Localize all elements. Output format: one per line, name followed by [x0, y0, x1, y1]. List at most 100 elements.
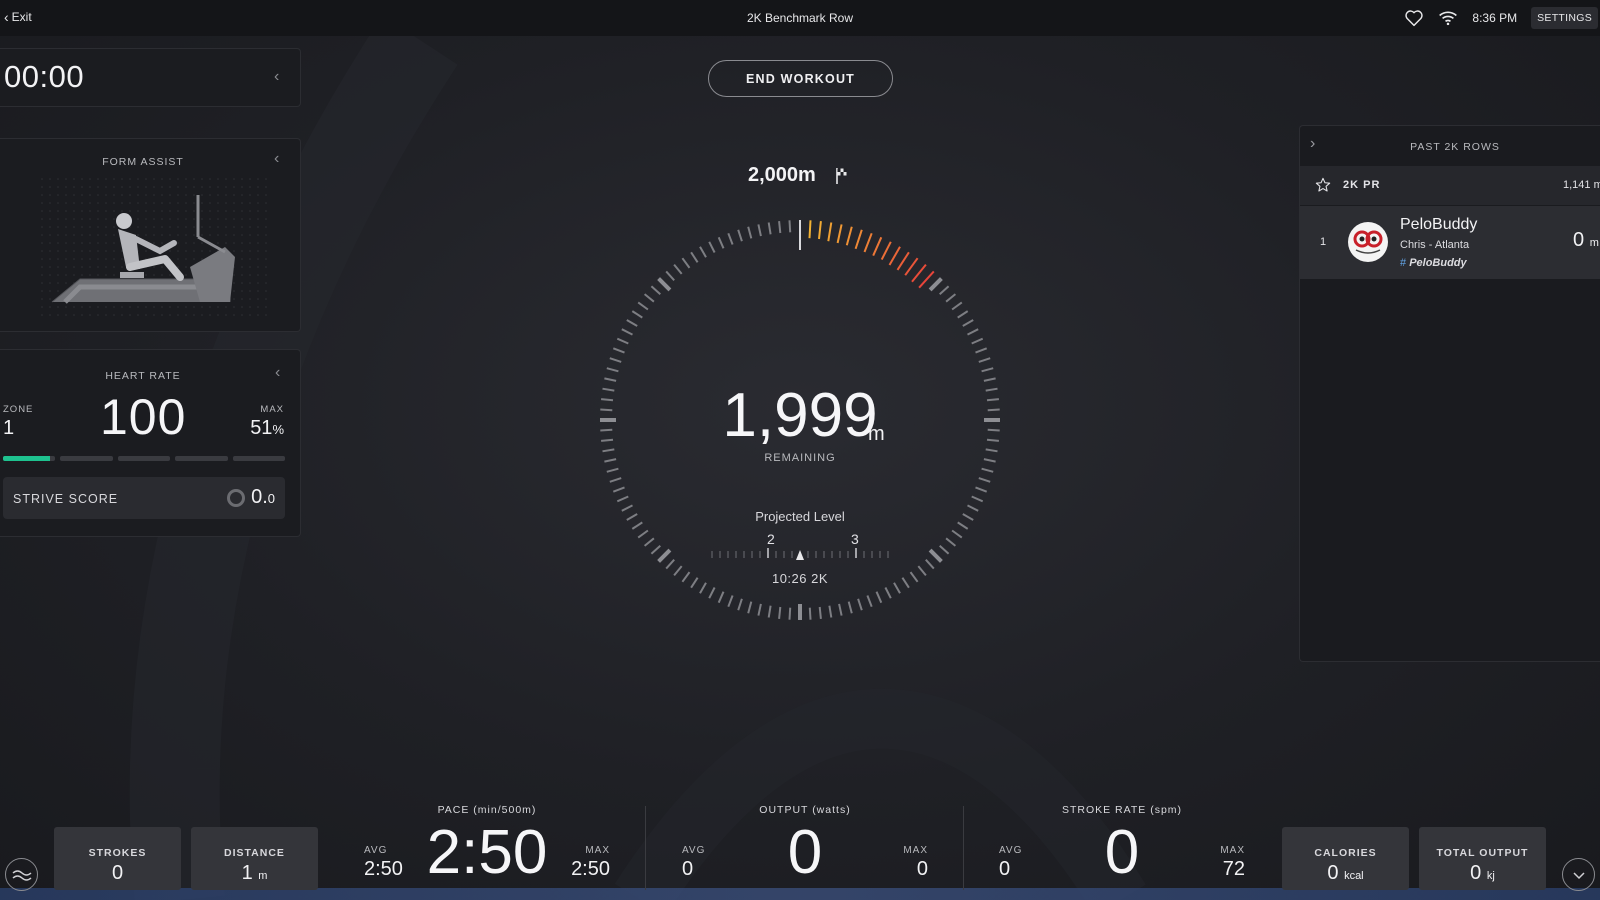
- settings-button[interactable]: SETTINGS: [1531, 7, 1598, 29]
- zone-value: 1: [3, 417, 15, 439]
- dial-tick: [609, 357, 622, 363]
- end-workout-button[interactable]: END WORKOUT: [708, 60, 893, 97]
- dial-tick: [665, 270, 675, 281]
- dial-tick: [866, 595, 873, 608]
- dial-tick: [896, 251, 910, 271]
- pace-max-value: 2:50: [571, 858, 610, 880]
- dial-tick: [978, 357, 991, 363]
- dial-tick: [650, 285, 661, 295]
- dial-tick: [727, 595, 734, 608]
- dial-tick: [981, 467, 994, 473]
- heart-icon[interactable]: [1404, 9, 1424, 27]
- dial-tick: [836, 224, 843, 244]
- remaining-label: REMAINING: [764, 452, 836, 464]
- dial-tick: [737, 229, 743, 242]
- dial-tick: [600, 408, 613, 412]
- pace-max-label: MAX: [585, 845, 610, 856]
- level-high: 3: [851, 531, 859, 547]
- dial-tick: [606, 367, 619, 373]
- chevron-right-icon[interactable]: ›: [1310, 135, 1315, 153]
- dial-tick: [616, 495, 629, 503]
- dial-tick: [939, 285, 950, 295]
- dial-tick: [978, 477, 991, 483]
- strive-score-value: 0.0: [251, 486, 275, 508]
- dial-tick: [727, 232, 734, 245]
- rower-figure-icon: [40, 177, 270, 317]
- dial-tick: [631, 521, 643, 530]
- chevron-down-icon: [1572, 871, 1585, 879]
- pace-title: PACE (min/500m): [437, 804, 537, 816]
- stroke-rate-title: STROKE RATE (spm): [1061, 804, 1183, 816]
- zone-segment: [3, 456, 56, 461]
- wifi-icon: [1439, 11, 1458, 26]
- dial-tick: [917, 565, 927, 577]
- dial-tick: [690, 577, 699, 589]
- max-label: MAX: [260, 404, 284, 415]
- status-area: 8:36 PM SETTINGS: [1404, 6, 1600, 30]
- dial-tick: [911, 263, 927, 283]
- workout-title: 2K Benchmark Row: [746, 11, 854, 25]
- dial-tick: [808, 220, 812, 239]
- strokes-box: STROKES 0: [54, 827, 181, 890]
- level-low: 2: [767, 531, 775, 547]
- dial-tick: [708, 241, 716, 253]
- dial-tick: [808, 607, 812, 620]
- dial-tick: [818, 220, 822, 240]
- expand-down-button[interactable]: [1562, 858, 1595, 891]
- target-distance: 2,000m: [748, 164, 816, 186]
- collapse-chevron-icon[interactable]: ‹: [274, 150, 279, 168]
- leaderboard-distance: 0 m: [1573, 229, 1599, 251]
- total-output-box: TOTAL OUTPUT 0 kj: [1419, 827, 1546, 890]
- zone-segment: [175, 456, 228, 461]
- dial-tick: [925, 559, 935, 570]
- dial-tick: [681, 257, 691, 269]
- elapsed-timer: 00:00: [4, 59, 85, 94]
- zone-label: ZONE: [3, 404, 34, 415]
- dial-tick: [717, 236, 725, 249]
- divider: [645, 806, 646, 890]
- dial-tick: [600, 398, 614, 402]
- dial-tick: [884, 587, 892, 599]
- distance-label: DISTANCE: [224, 847, 285, 859]
- stroke-rate-max-label: MAX: [1220, 845, 1245, 856]
- collapse-chevron-icon[interactable]: ‹: [274, 68, 279, 86]
- dial-tick: [901, 577, 910, 589]
- total-output-value: 0 kj: [1470, 862, 1495, 884]
- star-icon: [1315, 177, 1331, 192]
- leaderboard-row[interactable]: 1 PeloBuddy Chris - Atlanta # PeloBuddy …: [1300, 206, 1600, 279]
- avatar: [1348, 222, 1388, 262]
- leaderboard-name: PeloBuddy: [1400, 216, 1478, 233]
- dial-tick: [690, 251, 699, 263]
- dial-tick: [904, 257, 919, 276]
- past-rows-header: › PAST 2K ROWS: [1300, 126, 1600, 166]
- stroke-rate-max-value: 72: [1222, 858, 1245, 880]
- output-max-label: MAX: [903, 845, 928, 856]
- dial-tick: [957, 310, 969, 319]
- timer-panel: 00:00 ‹: [0, 48, 301, 107]
- projected-marker-icon: [796, 550, 804, 560]
- finish-flag-icon: [836, 168, 847, 184]
- dial-tick: [857, 598, 863, 611]
- wave-menu-button[interactable]: [5, 858, 38, 891]
- dial-tick: [962, 319, 974, 327]
- personal-record-row[interactable]: 2K PR 1,141 m: [1300, 166, 1600, 205]
- heart-rate-panel: HEART RATE ‹ ZONE 1 100 MAX 51% STRIVE S…: [0, 349, 301, 537]
- dial-tick: [657, 548, 672, 563]
- dial-tick: [945, 537, 957, 547]
- dial-tick: [986, 398, 1000, 402]
- collapse-chevron-icon[interactable]: ‹: [275, 364, 280, 382]
- dial-tick: [757, 224, 762, 237]
- dial-tick: [975, 486, 988, 493]
- dial-tick: [767, 605, 772, 618]
- dial-tick: [606, 467, 619, 473]
- max-percent: 51%: [250, 417, 284, 439]
- dial-tick: [983, 377, 996, 382]
- projected-level-scale: [711, 548, 889, 560]
- dial-tick: [945, 293, 957, 303]
- dial-tick: [631, 310, 643, 319]
- dial-tick: [788, 607, 792, 620]
- dial-tick: [637, 301, 649, 311]
- leaderboard-tag: # PeloBuddy: [1400, 257, 1467, 269]
- dial-tick: [872, 236, 883, 257]
- distance-box: DISTANCE 1 m: [191, 827, 318, 890]
